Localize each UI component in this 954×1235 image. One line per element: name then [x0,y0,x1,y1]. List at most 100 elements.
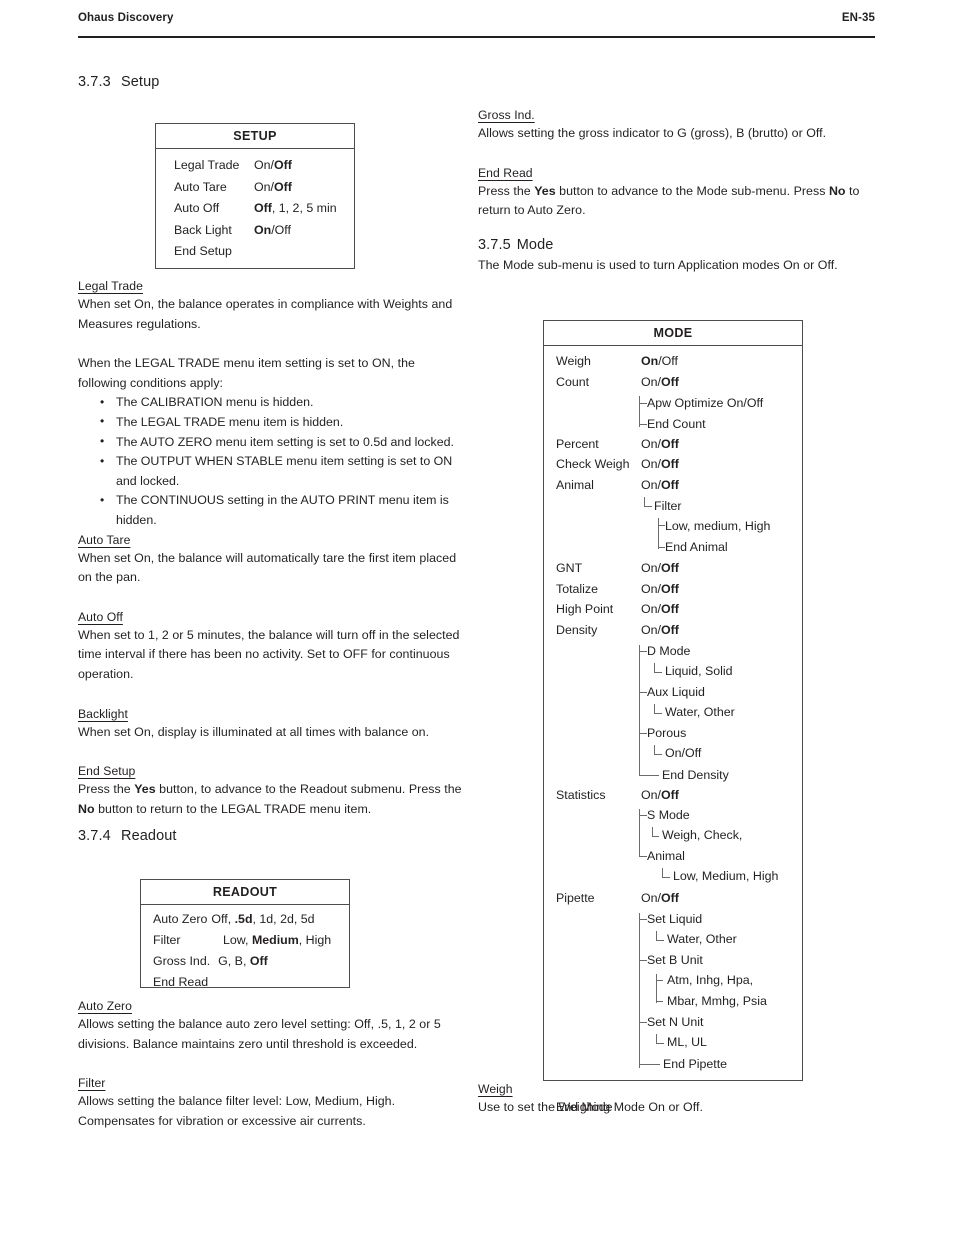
section-title: Setup [121,74,160,90]
row-label: Check Weigh [556,457,630,472]
left-column: 3.7.3 Setup SETUP Legal Trade On/Off Auto… [78,74,463,1132]
submenu-item: Low, Medium, High [673,869,779,884]
tree-elbow [652,827,659,838]
row-label: Pipette [556,891,595,906]
end-setup-para: Press the Yes button, to advance to the … [78,782,462,816]
tree-branch-line [639,1022,647,1024]
row-label: Auto Tare [174,179,227,194]
setup-menu-table: SETUP Legal Trade On/Off Auto Tare On/Of… [155,123,355,269]
submenu-item: Atm, Inhg, Hpa, [667,973,754,988]
row-label: End Mode [556,1100,613,1115]
table-row: GNT On/Off [544,558,802,579]
end-read-para: Press the Yes button to advance to the M… [478,183,860,218]
tree-branch-line [639,960,647,962]
table-row: Percent On/Off [544,434,802,455]
list-item: The OUTPUT WHEN STABLE menu item setting… [100,452,463,491]
row-label: GNT [556,560,583,575]
row-label: Count [556,375,590,390]
section-number: 3.7.5 [478,236,511,253]
row-label: Auto Off [174,201,220,215]
table-row: Auto Tare On/Off [156,177,354,199]
row-label: End Read [153,975,209,990]
yes-button-ref: Yes [134,782,156,797]
mode-menu-table: MODE Weigh On/Off Count On/Off Apw Optim… [543,320,803,1114]
statistics-submenu-tree: S Mode Weigh, Check, Animal Low, Medium,… [544,805,802,888]
auto-off-para: When set to 1, 2 or 5 minutes, the balan… [78,627,460,681]
row-label: Density [556,623,598,637]
tree-branch-line [639,732,647,734]
mode-table-title: MODE [544,321,802,347]
submenu-item: Weigh, Check, [662,828,743,843]
submenu-item: S Mode [647,808,690,823]
table-row: Weigh On/Off [544,351,802,372]
row-label: Statistics [556,787,606,802]
submenu-item: End Animal [665,539,728,554]
list-item: The CONTINUOUS setting in the AUTO PRINT… [100,491,463,530]
subheading-backlight: Backlight [78,706,128,721]
mode-table-area: MODE Weigh On/Off Count On/Off Apw Optim… [478,275,878,1114]
no-button-ref: No [828,183,846,198]
tree-branch-line [639,815,647,817]
row-value: On/Off [641,581,679,596]
submenu-item: Porous [647,725,687,740]
tree-elbow [654,703,662,714]
tree-branch-line [639,423,647,425]
legal-trade-conditions-list: The CALIBRATION menu is hidden. The LEGA… [78,393,463,530]
row-value: On/Off [254,158,292,172]
tree-branch-line [656,1001,663,1003]
document-page: Ohaus Discovery EN-35 3.7.3 Setup SETUP L… [0,0,954,1235]
submenu-item: Apw Optimize On/Off [647,395,764,410]
header-divider [78,36,875,39]
table-row: End Mode [544,1095,802,1118]
right-column: Gross Ind. Allows setting the gross indi… [478,106,878,1118]
subheading-weigh: Weigh [478,1082,513,1097]
legal-trade-para-1: When set On, the balance operates in com… [78,297,453,331]
setup-table-title: SETUP [156,124,354,149]
tree-vertical-line [656,974,657,1004]
row-label: Filter [153,933,181,948]
row-value: On/Off [641,478,679,493]
document-title: Ohaus Discovery [78,12,174,24]
submenu-item: End Density [662,767,729,782]
submenu-item: Set B Unit [647,953,703,968]
table-row: Pipette On/Off [544,888,802,909]
submenu-item: Filter [654,498,682,513]
section-heading-setup: 3.7.3 Setup [78,74,463,90]
tree-vertical-line [639,913,640,1069]
subheading-filter: Filter [78,1076,106,1091]
table-row: Animal On/Off [544,475,802,496]
subheading-gross-ind: Gross Ind. [478,108,535,122]
section-number: 3.7.3 [78,74,111,90]
table-row: Filter Low, Medium, High [141,930,349,951]
submenu-item: Set Liquid [647,912,703,927]
section-title: Readout [121,828,177,845]
table-row: End Setup [156,241,354,263]
readout-menu-table: READOUT Auto Zero Off, .5d, 1d, 2d, 5d F… [140,879,350,989]
yes-button-ref: Yes [534,183,556,198]
row-value: On/Off [641,787,679,802]
tree-branch-line [639,774,659,776]
tree-elbow [656,1034,664,1045]
pipette-submenu-tree: Set Liquid Water, Other Set B Unit Atm, … [544,909,802,1095]
page-number: EN-35 [841,12,875,24]
row-value: On/Off [641,457,679,472]
table-row: Density On/Off [544,620,802,641]
submenu-item: Low, medium, High [665,518,771,533]
row-value: On/Off [641,375,679,390]
submenu-item: Liquid, Solid [665,663,733,678]
tree-branch-line [658,524,665,526]
page-header: Ohaus Discovery EN-35 [78,12,875,24]
mode-table-body: Weigh On/Off Count On/Off Apw Optimize O… [544,346,802,1117]
density-submenu-tree: D Mode Liquid, Solid Aux Liquid Water, O… [544,641,802,785]
row-value: On/Off [641,623,679,637]
tree-branch-line [639,919,647,921]
row-label: Totalize [556,581,599,596]
row-label: Gross Ind. [153,954,211,969]
row-value: On/Off [641,354,678,369]
auto-zero-para: Allows setting the balance auto zero lev… [78,1017,441,1051]
submenu-item: End Pipette [663,1057,728,1072]
tree-vertical-line [639,395,640,427]
